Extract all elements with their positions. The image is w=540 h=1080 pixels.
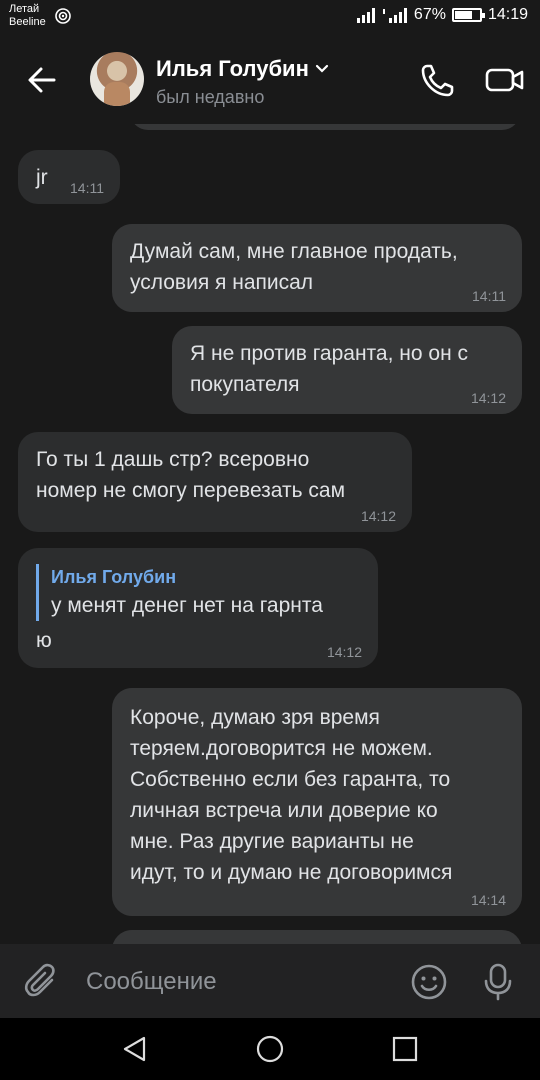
message-list[interactable]: jr 14:11 Думай сам, мне главное продать,…: [0, 124, 540, 944]
message-time: 14:12: [470, 390, 506, 406]
message-text: Короче, думаю зря время теряем.договорит…: [130, 706, 453, 884]
quoted-text: у менят денег нет на гарнта: [51, 594, 323, 617]
chevron-down-icon: [315, 64, 328, 73]
message-bubble-outgoing[interactable]: Короче, думаю зря время теряем.договорит…: [112, 688, 522, 916]
message-text: Я не против гаранта, но он с покупателя: [190, 342, 469, 396]
message-text: Думай сам, мне главное продать, условия …: [130, 240, 458, 294]
nav-home-icon[interactable]: [255, 1034, 285, 1064]
paperclip-icon[interactable]: [22, 962, 62, 1002]
battery-icon: [451, 8, 485, 22]
message-time: 14:14: [470, 892, 506, 908]
message-time: 14:11: [472, 288, 506, 304]
carrier-name-1: Летай: [9, 3, 40, 15]
message-text: Го ты 1 дашь стр? всеровно номер не смог…: [36, 448, 346, 502]
contact-status: был недавно: [156, 87, 265, 107]
signal-icon: [356, 8, 375, 23]
smile-icon[interactable]: [410, 963, 448, 1001]
microphone-icon[interactable]: [482, 962, 514, 1002]
nav-recent-apps-icon[interactable]: [390, 1034, 420, 1064]
message-bubble-outgoing[interactable]: Думай сам, мне главное продать, условия …: [112, 224, 522, 312]
carrier-name-2: Beeline: [9, 16, 46, 28]
message-bubble-outgoing[interactable]: Я не против гаранта, но он с покупателя …: [172, 326, 522, 414]
contact-name-row[interactable]: Илья Голубин: [156, 56, 329, 82]
video-camera-icon[interactable]: [484, 62, 526, 98]
message-time: 14:12: [360, 508, 396, 524]
quoted-author: Илья Голубин: [51, 567, 177, 587]
status-bar: Летай Beeline 67% 14:19: [0, 0, 540, 36]
message-bubble-partial: [130, 124, 520, 130]
battery-percent: 67%: [413, 6, 446, 23]
system-navigation-bar: [0, 1018, 540, 1080]
message-input[interactable]: [86, 964, 386, 1000]
signal-4g-icon: [382, 8, 407, 23]
clock: 14:19: [487, 6, 528, 23]
arrow-left-icon[interactable]: [22, 60, 62, 100]
contact-name: Илья Голубин: [156, 56, 309, 81]
message-bubble-incoming[interactable]: jr 14:11: [18, 150, 120, 204]
hotspot-icon: [55, 8, 71, 24]
battery-level-fill: [454, 11, 473, 19]
quoted-reply[interactable]: Илья Голубин у менят денег нет на гарнта: [36, 564, 360, 621]
message-bubble-incoming[interactable]: Го ты 1 дашь стр? всеровно номер не смог…: [18, 432, 412, 532]
message-time: 14:11: [70, 180, 104, 196]
message-bubble-partial: [112, 930, 522, 944]
message-text: ю: [36, 629, 52, 652]
status-indicators: 67% 14:19: [356, 6, 528, 24]
composer: [0, 944, 540, 1018]
message-bubble-incoming-reply[interactable]: Илья Голубин у менят денег нет на гарнта…: [18, 548, 378, 668]
nav-back-icon[interactable]: [120, 1034, 150, 1064]
phone-icon[interactable]: [418, 60, 458, 100]
avatar[interactable]: [90, 52, 144, 106]
message-time: 14:12: [326, 644, 362, 660]
carrier-info: Летай Beeline: [9, 3, 46, 29]
chat-header: Илья Голубин был недавно: [0, 36, 540, 124]
